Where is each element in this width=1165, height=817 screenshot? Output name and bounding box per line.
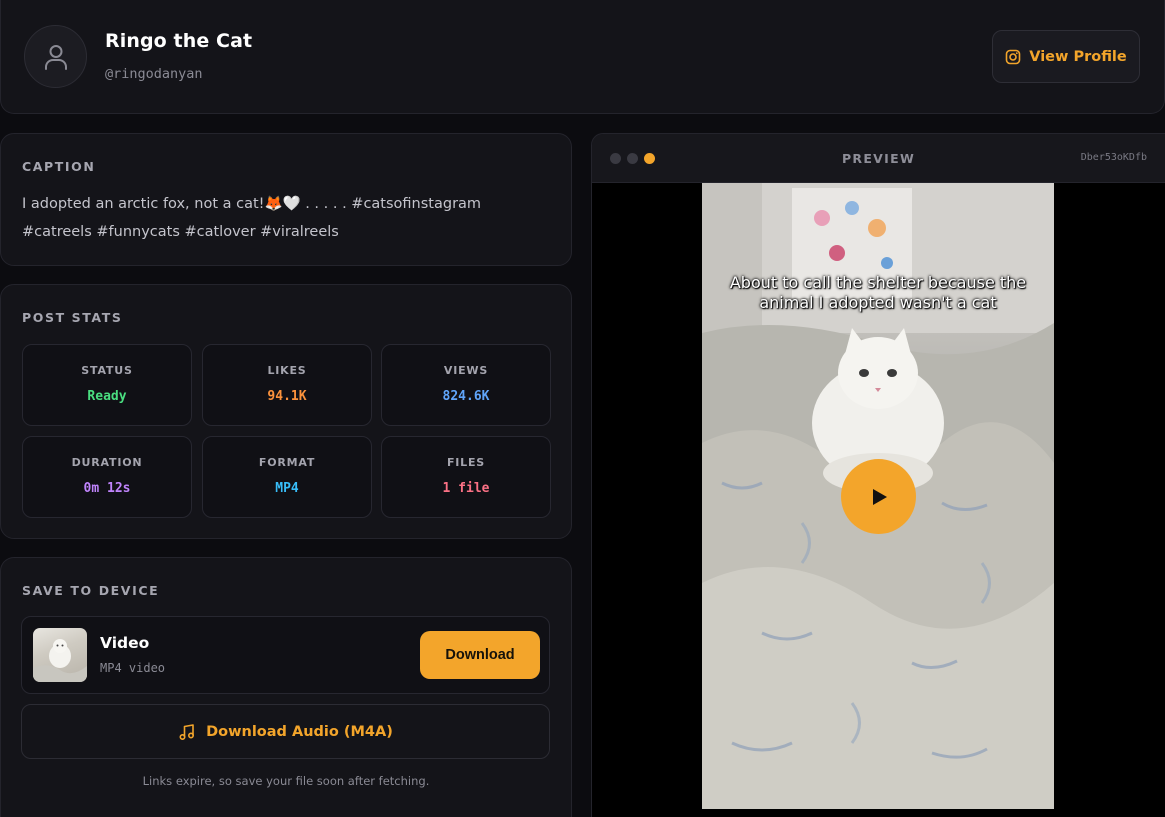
play-button[interactable]: [841, 459, 916, 534]
video-thumbnail: [33, 628, 87, 682]
profile-handle: @ringodanyan: [105, 66, 203, 82]
stat-value: MP4: [275, 481, 299, 496]
download-audio-label: Download Audio (M4A): [206, 723, 393, 740]
expiry-footnote: Links expire, so save your file soon aft…: [142, 774, 430, 788]
stat-label: VIEWS: [443, 364, 489, 377]
stat-files: FILES 1 file: [381, 436, 551, 518]
stat-label: FORMAT: [258, 456, 316, 469]
stat-views: VIEWS 824.6K: [381, 344, 551, 426]
stat-status: STATUS Ready: [22, 344, 192, 426]
save-title: SAVE TO DEVICE: [22, 583, 160, 598]
stat-format: FORMAT MP4: [202, 436, 372, 518]
download-audio-button[interactable]: Download Audio (M4A): [21, 704, 550, 759]
view-profile-button[interactable]: View Profile: [992, 30, 1140, 83]
post-stats-panel: POST STATS STATUS Ready LIKES 94.1K VIEW…: [0, 284, 572, 539]
stat-label: FILES: [446, 456, 486, 469]
file-subtitle: MP4 video: [100, 661, 166, 675]
stat-duration: DURATION 0m 12s: [22, 436, 192, 518]
profile-header: Ringo the Cat @ringodanyan View Profile: [0, 0, 1165, 114]
stat-likes: LIKES 94.1K: [202, 344, 372, 426]
stat-label: LIKES: [267, 364, 307, 377]
avatar: [24, 25, 87, 88]
preview-title: PREVIEW: [841, 151, 916, 166]
preview-panel: PREVIEW Dber53oKDfb About to call the sh…: [591, 133, 1165, 817]
caption-panel: CAPTION I adopted an arctic fox, not a c…: [0, 133, 572, 266]
video-player[interactable]: About to call the shelter because the an…: [592, 183, 1165, 817]
stat-value: 94.1K: [267, 389, 307, 404]
stat-value: Ready: [87, 389, 127, 404]
caption-text: I adopted an arctic fox, not a cat!🦊🤍 . …: [22, 196, 482, 240]
video-frame: About to call the shelter because the an…: [702, 183, 1054, 809]
view-profile-label: View Profile: [1029, 48, 1127, 65]
video-overlay-text: About to call the shelter because the an…: [729, 273, 1027, 312]
video-file-row: Video MP4 video Download: [21, 616, 550, 694]
stat-label: STATUS: [81, 364, 133, 377]
preview-titlebar: PREVIEW Dber53oKDfb: [592, 134, 1165, 183]
stat-value: 824.6K: [442, 389, 490, 404]
profile-name: Ringo the Cat: [105, 30, 253, 52]
post-stats-title: POST STATS: [22, 310, 123, 325]
stat-label: DURATION: [71, 456, 143, 469]
file-title: Video: [100, 634, 150, 652]
download-button[interactable]: Download: [420, 631, 540, 679]
stat-value: 0m 12s: [83, 481, 131, 496]
instagram-icon: [1005, 49, 1021, 64]
stat-value: 1 file: [442, 481, 490, 496]
caption-title: CAPTION: [22, 159, 96, 174]
user-icon: [44, 44, 67, 70]
post-id: Dber53oKDfb: [1080, 152, 1147, 163]
music-note-icon: [179, 723, 195, 740]
play-icon: [872, 488, 887, 505]
